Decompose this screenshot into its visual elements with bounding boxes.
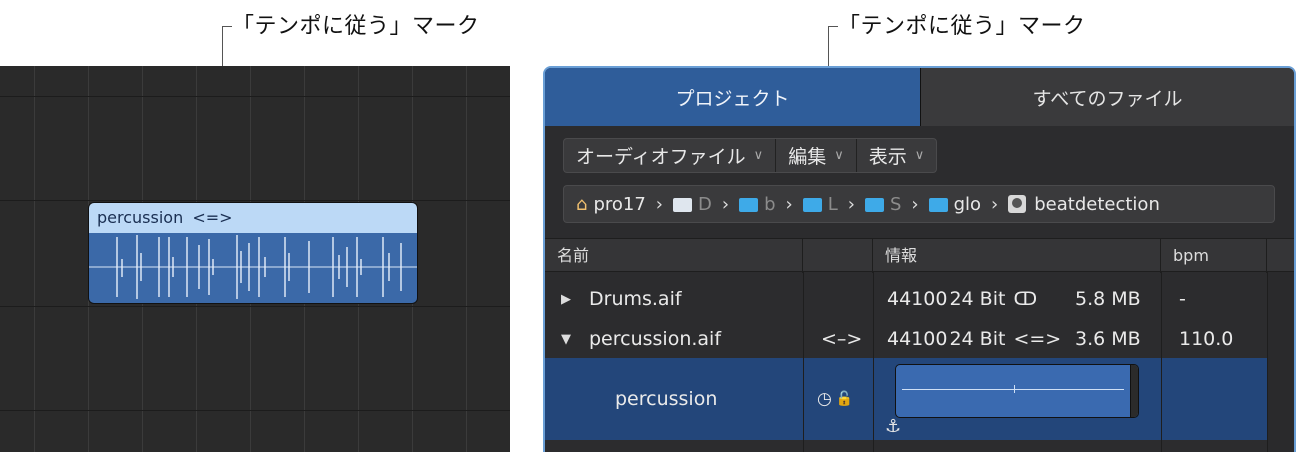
tab-all-files[interactable]: すべてのファイル xyxy=(921,68,1294,126)
menu-audio-file-label: オーディオファイル xyxy=(576,146,746,168)
column-info[interactable]: 情報 xyxy=(873,239,1161,273)
chevron-down-icon: ∨ xyxy=(753,148,764,163)
path-label: D xyxy=(698,193,712,215)
waveform-graphic xyxy=(89,235,417,299)
list-item[interactable]: ▶ Drums.aif 44100 24 Bit ↀ 5.8 MB - xyxy=(545,280,1267,318)
region-waveform xyxy=(89,233,417,303)
menu-edit[interactable]: 編集 ∨ xyxy=(776,139,857,172)
folder-icon xyxy=(802,198,822,212)
path-item-home[interactable]: ⌂ pro17 xyxy=(576,194,646,215)
file-size: 3.6 MB xyxy=(1075,328,1141,350)
chevron-right-icon: › xyxy=(911,193,919,215)
bpm-value: - xyxy=(1179,288,1186,310)
menu-view-label: 表示 xyxy=(868,146,907,168)
chevron-right-icon: › xyxy=(991,193,999,215)
column-header: 名前 情報 bpm xyxy=(545,238,1294,273)
tracks-area[interactable]: percussion <=> xyxy=(0,66,510,452)
path-label: L xyxy=(827,193,838,215)
bit-depth: 24 Bit xyxy=(949,288,1006,310)
callout-tick-left xyxy=(222,26,232,27)
folder-icon xyxy=(673,198,692,212)
follow-tempo-icon: <=> xyxy=(1013,328,1062,350)
callout-tick-right xyxy=(828,26,838,27)
path-label: beatdetection xyxy=(1034,193,1160,215)
path-item-glo[interactable]: glo xyxy=(928,193,982,215)
callout-right: 「テンポに従う」マーク xyxy=(838,14,1086,39)
follow-tempo-icon: <=> xyxy=(192,208,233,227)
path-item-beatdetection[interactable]: beatdetection xyxy=(1008,194,1160,215)
menu-audio-file[interactable]: オーディオファイル ∨ xyxy=(564,139,777,172)
tab-project[interactable]: プロジェクト xyxy=(545,68,921,126)
browser-menubar: オーディオファイル ∨ 編集 ∨ 表示 ∨ xyxy=(563,138,938,173)
chevron-right-icon: › xyxy=(847,193,855,215)
menu-edit-label: 編集 xyxy=(788,146,827,168)
path-item-d[interactable]: D xyxy=(673,194,712,215)
browser-tabbar: プロジェクト すべてのファイル xyxy=(545,68,1294,126)
file-size: 5.8 MB xyxy=(1075,288,1141,310)
project-icon xyxy=(1008,195,1027,213)
sample-rate: 44100 xyxy=(887,288,948,310)
path-label: b xyxy=(764,193,776,215)
scroll-strip[interactable] xyxy=(1267,272,1294,452)
stereo-icon: ↀ xyxy=(1013,288,1038,310)
home-icon: ⌂ xyxy=(576,193,588,215)
path-label: pro17 xyxy=(593,193,646,215)
file-name: percussion.aif xyxy=(589,328,722,350)
column-bpm[interactable]: bpm xyxy=(1161,239,1267,273)
bit-depth: 24 Bit xyxy=(949,328,1006,350)
chevron-down-icon: ∨ xyxy=(914,148,925,163)
chevron-down-icon: ∨ xyxy=(834,148,844,163)
clock-icon: ◷ xyxy=(817,389,832,409)
path-label: glo xyxy=(953,193,982,215)
bpm-value: 110.0 xyxy=(1179,328,1234,350)
project-browser: プロジェクト すべてのファイル オーディオファイル ∨ 編集 ∨ 表示 ∨ ⌂ … xyxy=(543,66,1296,452)
region-header: percussion <=> xyxy=(89,203,417,233)
disclosure-triangle-icon[interactable]: ▶ xyxy=(561,292,571,307)
menu-view[interactable]: 表示 ∨ xyxy=(857,139,937,172)
folder-icon xyxy=(928,198,948,212)
path-item-l[interactable]: L xyxy=(802,193,838,215)
region-overview[interactable] xyxy=(895,364,1139,418)
chevron-right-icon: › xyxy=(721,193,730,215)
region-name: percussion xyxy=(615,388,718,410)
follow-tempo-icon: <–> xyxy=(821,328,863,350)
column-flag[interactable] xyxy=(803,239,873,273)
path-item-s[interactable]: S xyxy=(864,193,902,215)
chevron-right-icon: › xyxy=(785,193,793,215)
unlock-icon[interactable]: 🔓 xyxy=(836,391,853,407)
audio-region[interactable]: percussion <=> xyxy=(88,202,418,304)
disclosure-triangle-icon[interactable]: ▼ xyxy=(561,332,571,347)
path-bar: ⌂ pro17 › D › b › L › S › glo › beatdete… xyxy=(563,185,1275,223)
list-item[interactable]: ▼ percussion.aif <–> 44100 24 Bit <=> 3.… xyxy=(545,320,1267,358)
anchor-icon[interactable]: ⚓ xyxy=(885,416,901,437)
folder-icon xyxy=(739,198,759,212)
path-label: S xyxy=(889,193,902,215)
path-item-b[interactable]: b xyxy=(739,193,776,215)
region-name: percussion xyxy=(97,208,184,227)
file-name: Drums.aif xyxy=(589,288,682,310)
column-name[interactable]: 名前 xyxy=(545,239,803,273)
callout-left: 「テンポに従う」マーク xyxy=(232,14,480,39)
chevron-right-icon: › xyxy=(655,193,663,215)
sample-rate: 44100 xyxy=(887,328,948,350)
folder-icon xyxy=(864,198,884,212)
